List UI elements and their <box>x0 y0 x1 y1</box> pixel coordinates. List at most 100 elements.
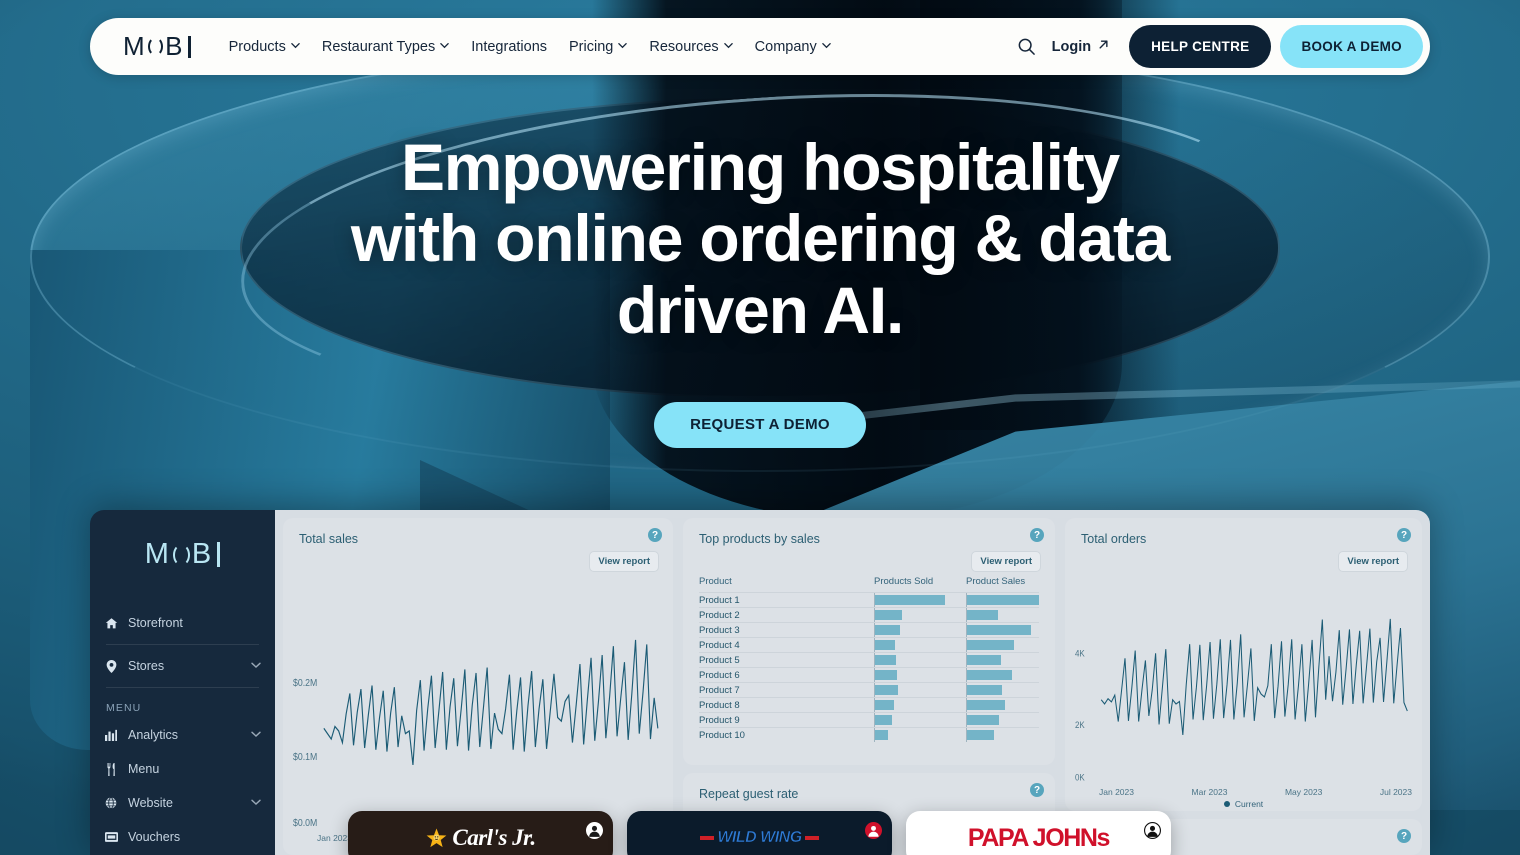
product-sales-cell <box>966 608 1039 622</box>
total-orders-x-axis: Jan 2023 Mar 2023 May 2023 Jul 2023 <box>1099 787 1412 797</box>
site-logo[interactable]: MB <box>123 31 191 62</box>
bar <box>967 700 1006 710</box>
table-row[interactable]: Product 8 <box>699 697 1039 712</box>
site-logo-text: MB <box>123 31 191 62</box>
help-icon[interactable]: ? <box>648 528 662 542</box>
login-link[interactable]: Login <box>1052 38 1110 55</box>
nav-links: Products Restaurant Types Integrations P… <box>218 39 842 55</box>
card-column-middle: Top products by sales ? View report Prod… <box>683 518 1055 855</box>
help-icon[interactable]: ? <box>1397 528 1411 542</box>
logo-card-wild-wing[interactable]: WILD WING <box>627 811 892 855</box>
view-report-button[interactable]: View report <box>971 551 1041 572</box>
svg-text:$0.0M: $0.0M <box>293 817 317 829</box>
bar <box>875 610 902 620</box>
search-icon[interactable] <box>1010 30 1044 64</box>
sidebar-item-stores[interactable]: Stores <box>90 649 275 683</box>
sidebar-item-label: Website <box>128 796 173 810</box>
legend-label: Current <box>1234 799 1264 809</box>
table-row[interactable]: Product 2 <box>699 607 1039 622</box>
home-icon <box>104 617 118 630</box>
sidebar-item-website[interactable]: Website <box>90 786 275 820</box>
bar <box>875 715 892 725</box>
nav-item-restaurant-types[interactable]: Restaurant Types <box>311 39 460 55</box>
nav-item-resources[interactable]: Resources <box>638 39 743 55</box>
product-sales-cell <box>966 698 1039 712</box>
table-row[interactable]: Product 10 <box>699 727 1039 742</box>
table-row[interactable]: Product 9 <box>699 712 1039 727</box>
logo-o-glyph <box>172 543 190 566</box>
products-sold-cell <box>874 593 966 607</box>
total-orders-chart: 4K 2K 0K <box>1075 592 1412 785</box>
x-tick-label: Jul 2023 <box>1379 787 1412 797</box>
product-name-cell: Product 10 <box>699 729 745 741</box>
product-sales-cell <box>966 653 1039 667</box>
product-sales-cell <box>966 728 1039 742</box>
column-header-product-sales[interactable]: Product Sales <box>966 576 1039 587</box>
products-sold-cell <box>874 683 966 697</box>
request-a-demo-button[interactable]: REQUEST A DEMO <box>654 401 866 448</box>
chevron-down-icon <box>821 41 831 50</box>
nav-item-label: Resources <box>649 38 719 55</box>
logo-o-glyph <box>148 37 164 56</box>
dashboard-main: Total sales ? View report $0.2M $0.1M $0… <box>275 510 1430 855</box>
top-products-table: Product Products Sold Product Sales Prod… <box>699 576 1039 742</box>
product-sales-cell <box>966 593 1039 607</box>
card-top-products: Top products by sales ? View report Prod… <box>683 518 1055 765</box>
chevron-down-icon <box>723 41 733 50</box>
ticket-icon <box>104 832 118 842</box>
sidebar-item-vouchers[interactable]: Vouchers <box>90 820 275 854</box>
help-centre-button[interactable]: HELP CENTRE <box>1129 25 1272 68</box>
product-name-cell: Product 3 <box>699 624 740 636</box>
column-header-product: Product <box>699 576 732 587</box>
bar <box>967 625 1032 635</box>
globe-icon <box>104 797 118 809</box>
sidebar-divider <box>106 687 259 688</box>
nav-right-actions: Login HELP CENTRE BOOK A DEMO <box>1010 25 1423 68</box>
total-sales-chart: $0.2M $0.1M $0.0M <box>293 610 663 831</box>
book-a-demo-button[interactable]: BOOK A DEMO <box>1280 25 1423 68</box>
avatar[interactable] <box>865 822 882 839</box>
product-sales-cell <box>966 623 1039 637</box>
sidebar-divider <box>106 644 259 645</box>
view-report-button[interactable]: View report <box>589 551 659 572</box>
product-sales-cell <box>966 668 1039 682</box>
sidebar-item-label: Stores <box>128 659 165 673</box>
sidebar-item-analytics[interactable]: Analytics <box>90 718 275 752</box>
sidebar-item-menu[interactable]: Menu <box>90 752 275 786</box>
view-report-button[interactable]: View report <box>1338 551 1408 572</box>
nav-item-label: Pricing <box>569 38 614 55</box>
bar <box>875 595 945 605</box>
table-row[interactable]: Product 3 <box>699 622 1039 637</box>
table-row[interactable]: Product 4 <box>699 637 1039 652</box>
table-row[interactable]: Product 5 <box>699 652 1039 667</box>
avatar[interactable] <box>1144 822 1161 839</box>
help-icon[interactable]: ? <box>1030 528 1044 542</box>
wing-left-icon <box>700 836 715 840</box>
sidebar-item-storefront[interactable]: Storefront <box>90 606 275 640</box>
table-row[interactable]: Product 6 <box>699 667 1039 682</box>
bar <box>967 610 998 620</box>
nav-item-integrations[interactable]: Integrations <box>460 39 558 55</box>
avatar[interactable] <box>586 822 603 839</box>
bar <box>967 670 1012 680</box>
bar <box>875 700 894 710</box>
nav-item-products[interactable]: Products <box>218 39 311 55</box>
bar <box>967 715 1000 725</box>
card-total-orders: Total orders ? View report 4K 2K 0K Jan … <box>1065 518 1422 811</box>
nav-item-pricing[interactable]: Pricing <box>558 39 638 55</box>
logo-bar-glyph <box>217 542 221 567</box>
table-row[interactable]: Product 7 <box>699 682 1039 697</box>
chevron-down-icon <box>618 41 628 50</box>
help-icon[interactable]: ? <box>1397 829 1411 843</box>
products-sold-cell <box>874 623 966 637</box>
logo-card-papa-johns[interactable]: PAPA JOHNs <box>906 811 1171 855</box>
bar <box>967 685 1002 695</box>
product-name-cell: Product 2 <box>699 609 740 621</box>
logo-card-carls-jr[interactable]: Carl's Jr. <box>348 811 613 855</box>
bar <box>967 595 1039 605</box>
help-icon[interactable]: ? <box>1030 783 1044 797</box>
products-sold-cell <box>874 728 966 742</box>
table-row[interactable]: Product 1 <box>699 592 1039 607</box>
column-header-products-sold[interactable]: Products Sold <box>874 576 966 587</box>
nav-item-company[interactable]: Company <box>744 39 842 55</box>
